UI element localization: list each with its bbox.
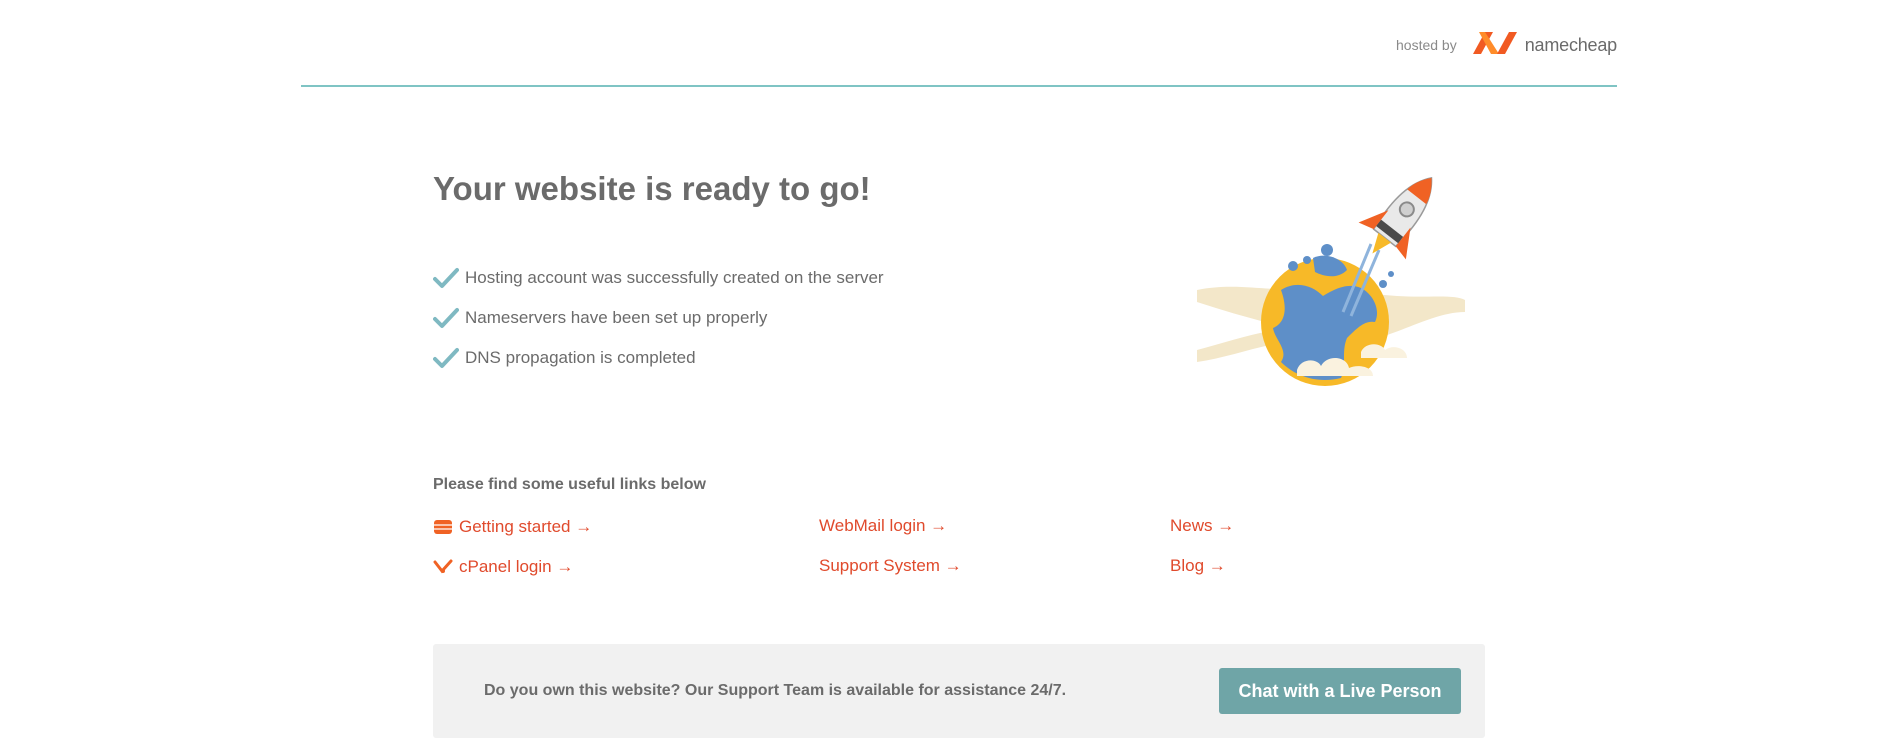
namecheap-logo-link[interactable]: namecheap [1471, 28, 1617, 63]
status-checklist: Hosting account was successfully created… [433, 258, 884, 378]
server-icon [433, 516, 459, 538]
cpanel-login-link[interactable]: cPanel login → [433, 556, 573, 578]
getting-started-link[interactable]: Getting started → [433, 516, 592, 538]
checklist-item-text: Hosting account was successfully created… [465, 268, 884, 287]
page-title: Your website is ready to go! [433, 170, 871, 207]
support-message: Do you own this website? Our Support Tea… [484, 682, 1067, 699]
rocket-globe-illustration [1197, 162, 1467, 392]
namecheap-logo-icon [1471, 28, 1519, 63]
checkmark-icon [433, 264, 461, 292]
checklist-item: Hosting account was successfully created… [433, 258, 884, 298]
support-system-link[interactable]: Support System → [819, 556, 962, 576]
cpanel-icon [433, 556, 459, 578]
checklist-item-text: DNS propagation is completed [465, 348, 696, 367]
namecheap-wordmark: namecheap [1524, 34, 1617, 55]
chat-live-person-button[interactable]: Chat with a Live Person [1219, 668, 1461, 714]
getting-started-label: Getting started → [459, 517, 593, 536]
webmail-login-link[interactable]: WebMail login → [819, 516, 947, 536]
checklist-item-text: Nameservers have been set up properly [465, 308, 768, 327]
checklist-item: DNS propagation is completed [433, 338, 884, 378]
blog-link[interactable]: Blog → [1170, 556, 1226, 576]
checkmark-icon [433, 344, 461, 372]
checkmark-icon [433, 304, 461, 332]
news-link[interactable]: News → [1170, 516, 1234, 536]
useful-links-heading: Please find some useful links below [433, 476, 706, 493]
cpanel-login-label: cPanel login → [459, 557, 574, 576]
hosted-by-badge: hosted by namecheap [1396, 28, 1617, 62]
checklist-item: Nameservers have been set up properly [433, 298, 884, 338]
support-banner: Do you own this website? Our Support Tea… [433, 644, 1485, 738]
hosted-by-label: hosted by [1396, 37, 1457, 53]
site-header: hosted by namecheap [301, 0, 1617, 87]
